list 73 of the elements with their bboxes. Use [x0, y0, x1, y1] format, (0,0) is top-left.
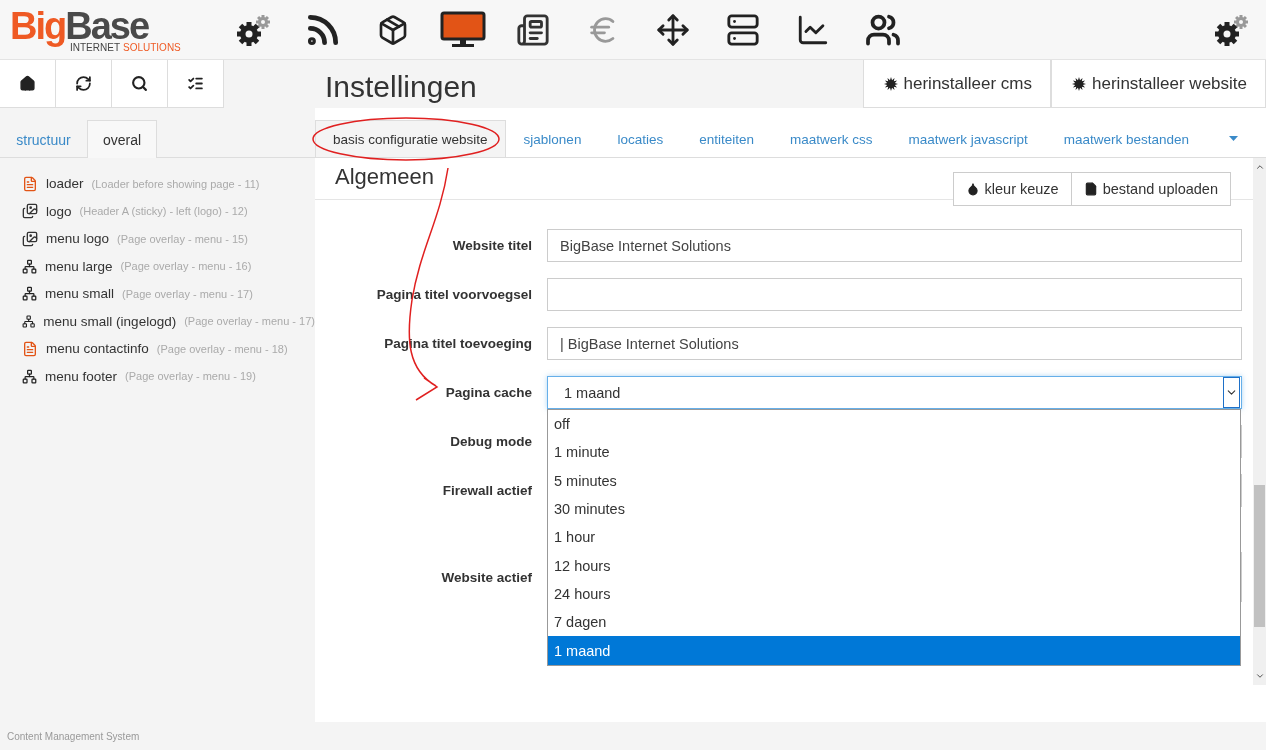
tree-icon	[22, 258, 37, 274]
item-name[interactable]: menu large	[45, 258, 113, 274]
scroll-up-icon[interactable]	[1254, 162, 1265, 172]
item-detail: (Header A (sticky) - left (logo) - 12)	[79, 205, 248, 218]
item-detail: (Loader before showing page - 11)	[91, 177, 260, 190]
tab[interactable]: maatwerk javascript	[890, 120, 1046, 157]
item-detail: (Page overlay - menu - 15)	[117, 232, 248, 245]
item-name[interactable]: loader	[46, 176, 84, 192]
item-detail: (Page overlay - menu - 17)	[122, 287, 253, 300]
section-button[interactable]: kleur keuze	[952, 172, 1072, 206]
item-detail: (Page overlay - menu - 17)	[184, 315, 315, 328]
search-button[interactable]	[112, 60, 168, 108]
item-name[interactable]: menu footer	[45, 368, 118, 384]
reinstall-button[interactable]: herinstalleer website	[1051, 60, 1266, 108]
field-label: Debug mode	[449, 434, 532, 449]
tree-icon	[22, 313, 36, 329]
tab[interactable]: entiteiten	[681, 120, 772, 157]
item-detail: (Page overlay - menu - 19)	[125, 370, 256, 383]
tab[interactable]: maatwerk css	[771, 120, 891, 157]
field-label: Website titel	[451, 238, 532, 253]
select-field[interactable]: 1 maand	[547, 376, 1242, 409]
checklist-button[interactable]	[168, 60, 224, 108]
item-name[interactable]: menu small	[45, 286, 115, 302]
dropdown-option[interactable]: 1 maand	[548, 636, 1240, 665]
images-icon	[22, 230, 38, 247]
document-icon	[22, 175, 38, 192]
input-field[interactable]: | BigBase Internet Solutions	[547, 327, 1242, 360]
item-name[interactable]: logo	[46, 203, 72, 219]
item-name[interactable]: menu small (ingelogd)	[43, 313, 177, 329]
scrollbar-thumb[interactable]	[1254, 484, 1265, 627]
droplet-icon	[965, 182, 980, 196]
refresh-icon	[75, 75, 92, 92]
tab[interactable]: sjablonen	[505, 120, 600, 157]
input-field[interactable]	[547, 278, 1242, 311]
search-icon	[131, 75, 148, 92]
field-label: Firewall actief	[441, 483, 532, 498]
refresh-button[interactable]	[56, 60, 112, 108]
newspaper-icon[interactable]	[516, 12, 550, 47]
page-title: Instellingen	[324, 69, 478, 105]
item-detail: (Page overlay - menu - 18)	[156, 342, 288, 355]
item-detail: (Page overlay - menu - 16)	[120, 260, 252, 273]
item-name[interactable]: menu logo	[46, 231, 110, 247]
tab[interactable]: basis configuratie website	[315, 120, 506, 157]
section-button[interactable]: bestand uploaden	[1070, 172, 1231, 206]
gears-icon[interactable]	[1212, 12, 1250, 47]
caret-icon	[1229, 136, 1239, 141]
scrollbar[interactable]	[1253, 158, 1266, 685]
file-icon	[1083, 182, 1098, 196]
section-title: Algemeen	[335, 164, 435, 190]
reinstall-button[interactable]: herinstalleer cms	[862, 60, 1052, 108]
gears-icon[interactable]	[234, 12, 272, 47]
home-button[interactable]	[0, 60, 56, 108]
item-name[interactable]: menu contactinfo	[46, 341, 149, 357]
tree-icon	[22, 368, 37, 384]
monitor-icon[interactable]	[440, 10, 486, 49]
field-label: Pagina cache	[444, 385, 532, 400]
field-label: Website actief	[440, 569, 532, 585]
logo: BigBase INTERNET SOLUTIONS	[9, 6, 182, 53]
tree-icon	[22, 286, 37, 302]
home-icon	[19, 75, 36, 92]
tab[interactable]: locaties	[599, 120, 682, 157]
box-icon[interactable]	[377, 13, 409, 46]
scroll-down-icon[interactable]	[1254, 671, 1265, 681]
document-icon	[22, 340, 38, 357]
images-icon	[22, 203, 38, 220]
server-icon[interactable]	[726, 12, 760, 47]
input-field[interactable]: BigBase Internet Solutions	[547, 229, 1242, 262]
burst-icon	[883, 76, 898, 91]
tab[interactable]: maatwerk bestanden	[1045, 120, 1208, 157]
burst-icon	[1072, 76, 1087, 91]
sidebar-tab[interactable]: overal	[87, 120, 157, 158]
checklist-icon	[187, 75, 204, 92]
footer-text: Content Management System	[6, 729, 141, 744]
